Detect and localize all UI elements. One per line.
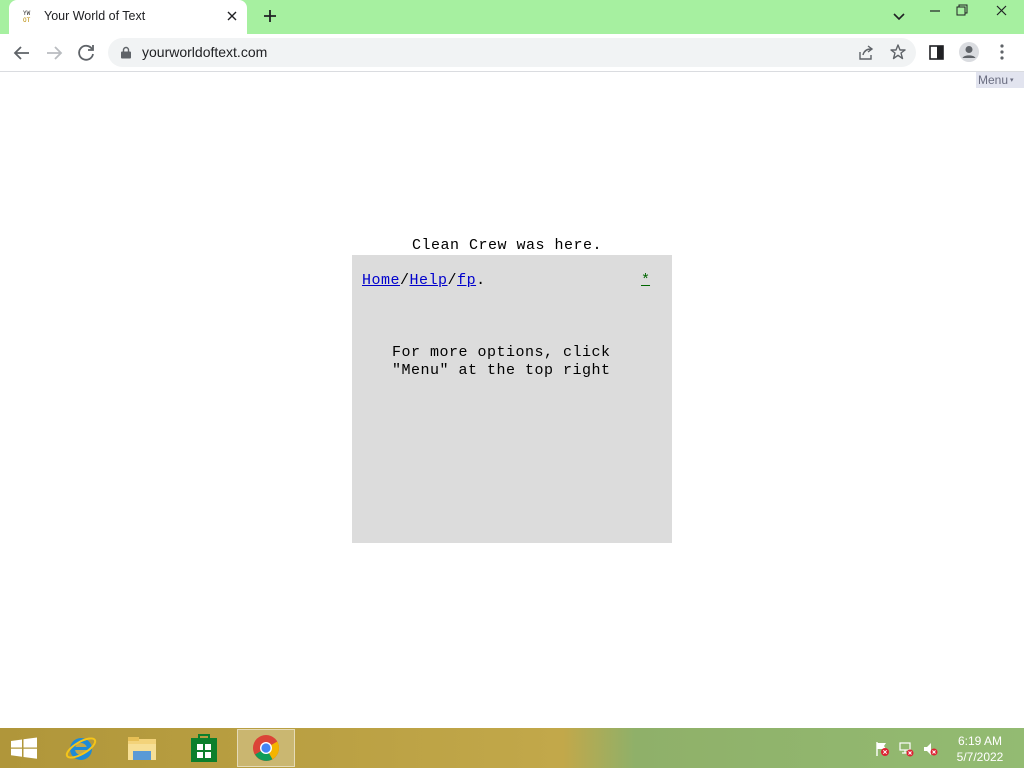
crew-message: Clean Crew was here. bbox=[412, 237, 603, 254]
url-text[interactable]: yourworldoftext.com bbox=[142, 44, 267, 60]
breadcrumb: Home/Help/fp. bbox=[362, 272, 486, 289]
chrome-icon bbox=[253, 735, 280, 761]
side-panel-icon[interactable] bbox=[928, 44, 946, 62]
tab-search-chevron-down-icon[interactable] bbox=[889, 6, 909, 26]
browser-toolbar: yourworldoftext.com bbox=[0, 34, 1024, 72]
volume-muted-icon[interactable] bbox=[922, 741, 938, 757]
breadcrumb-end: . bbox=[476, 272, 486, 289]
browser-titlebar: YW OT Your World of Text bbox=[0, 0, 1024, 34]
menu-button[interactable]: Menu ▾ bbox=[976, 72, 1024, 88]
tab-title: Your World of Text bbox=[44, 9, 146, 23]
bookmark-star-icon[interactable] bbox=[889, 43, 907, 61]
star-link[interactable]: * bbox=[641, 272, 650, 289]
share-icon[interactable] bbox=[857, 44, 875, 62]
breadcrumb-separator: / bbox=[400, 272, 410, 289]
start-button[interactable] bbox=[0, 728, 58, 768]
folder-icon bbox=[128, 737, 156, 760]
address-bar[interactable]: yourworldoftext.com bbox=[108, 38, 916, 67]
fp-link[interactable]: fp bbox=[457, 272, 476, 289]
lock-icon[interactable] bbox=[120, 46, 132, 59]
internet-explorer-icon bbox=[65, 737, 97, 760]
store-bag-icon bbox=[191, 734, 217, 762]
breadcrumb-separator: / bbox=[447, 272, 458, 289]
system-clock[interactable]: 6:19 AM 5/7/2022 bbox=[950, 733, 1010, 765]
window-close-button[interactable] bbox=[979, 0, 1024, 22]
yourworldoftext-favicon-icon: YW OT bbox=[23, 10, 37, 24]
network-icon[interactable] bbox=[898, 741, 914, 757]
help-text-line-2: "Menu" at the top right bbox=[392, 362, 611, 379]
menu-caret-icon: ▾ bbox=[1010, 76, 1014, 84]
clock-time: 6:19 AM bbox=[957, 734, 1003, 748]
window-restore-button[interactable] bbox=[945, 0, 979, 22]
home-info-panel: Home/Help/fp. * For more options, click … bbox=[352, 255, 672, 543]
world-of-text-canvas[interactable]: Menu ▾ Clean Crew was here. Home/Help/fp.… bbox=[0, 72, 1024, 728]
reload-icon[interactable] bbox=[73, 40, 99, 66]
browser-tab[interactable]: YW OT Your World of Text bbox=[9, 0, 247, 34]
profile-avatar-icon[interactable] bbox=[958, 41, 980, 63]
store-taskbar-button[interactable] bbox=[175, 728, 233, 768]
back-arrow-icon[interactable] bbox=[9, 40, 35, 66]
windows-logo-icon bbox=[11, 737, 37, 759]
help-text-line-1: For more options, click bbox=[392, 344, 611, 361]
action-center-flag-icon[interactable] bbox=[874, 741, 890, 757]
file-explorer-taskbar-button[interactable] bbox=[113, 728, 171, 768]
favicon-line-1: YW bbox=[23, 10, 31, 17]
new-tab-button[interactable] bbox=[259, 5, 281, 27]
forward-arrow-icon[interactable] bbox=[41, 40, 67, 66]
home-link[interactable]: Home bbox=[362, 272, 400, 289]
windows-taskbar: 6:19 AM 5/7/2022 bbox=[0, 728, 1024, 768]
internet-explorer-taskbar-button[interactable] bbox=[52, 728, 110, 768]
clock-date: 5/7/2022 bbox=[956, 750, 1004, 764]
more-vertical-icon[interactable] bbox=[994, 42, 1010, 62]
favicon-line-2: OT bbox=[23, 17, 31, 24]
menu-label: Menu bbox=[978, 73, 1009, 87]
chrome-taskbar-button[interactable] bbox=[237, 729, 295, 767]
tab-close-icon[interactable] bbox=[223, 7, 241, 25]
help-link[interactable]: Help bbox=[410, 272, 448, 289]
